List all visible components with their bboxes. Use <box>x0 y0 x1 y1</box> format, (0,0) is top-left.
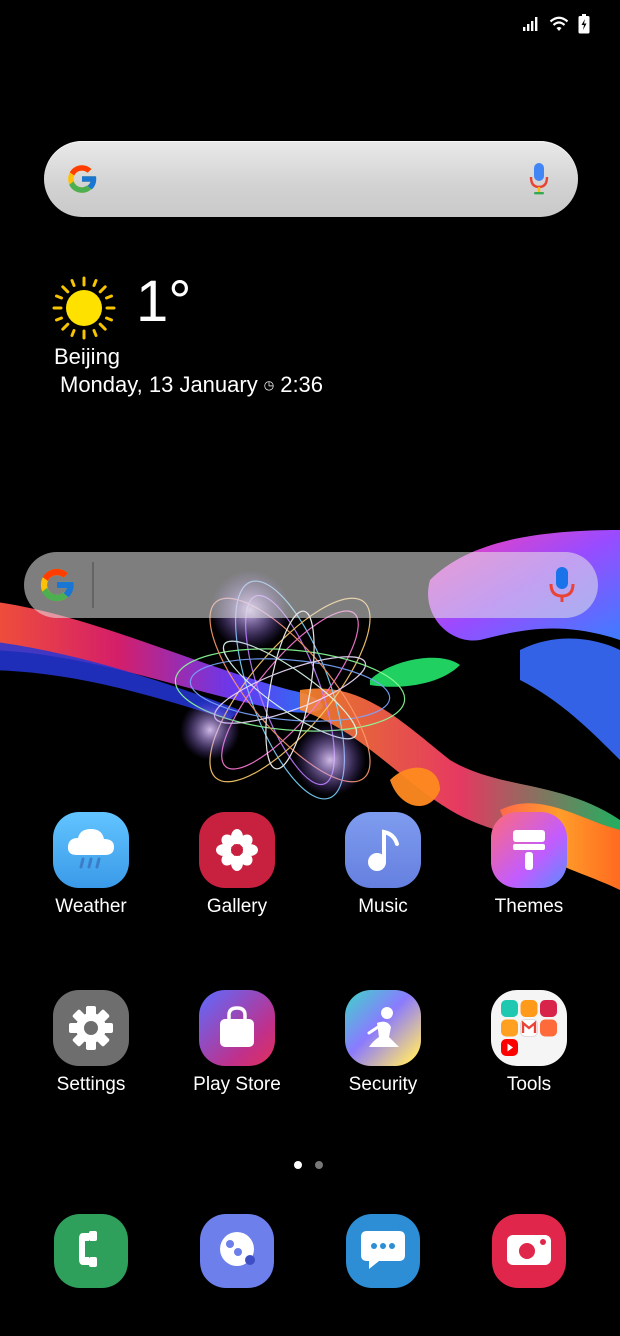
app-gallery[interactable]: Gallery <box>164 812 310 918</box>
date-text: Monday, 13 January <box>60 372 258 397</box>
wifi-icon <box>548 15 570 33</box>
app-play-store[interactable]: Play Store <box>164 990 310 1096</box>
google-g-icon <box>36 564 78 611</box>
gallery-flower-icon <box>199 812 275 888</box>
city-name: Beijing <box>54 344 121 369</box>
dock-messages[interactable] <box>346 1214 420 1288</box>
google-search-widget[interactable] <box>24 552 598 618</box>
app-settings[interactable]: Settings <box>18 990 164 1096</box>
status-bar <box>522 14 590 34</box>
app-security[interactable]: Security <box>310 990 456 1096</box>
clock-icon: ◷ <box>263 378 275 392</box>
app-label: Settings <box>56 1074 126 1095</box>
dock-camera[interactable] <box>492 1214 566 1288</box>
app-label: Security <box>348 1074 418 1095</box>
app-label: Music <box>358 896 408 917</box>
dock-phone[interactable] <box>54 1214 128 1288</box>
microphone-icon[interactable] <box>528 161 550 202</box>
camera-icon <box>505 1229 553 1274</box>
page-dot[interactable] <box>315 1161 323 1169</box>
app-label: Play Store <box>193 1074 281 1095</box>
themes-brush-icon <box>491 812 567 888</box>
sun-icon <box>52 276 116 345</box>
app-weather[interactable]: Weather <box>18 812 164 918</box>
messages-icon <box>359 1227 407 1276</box>
dock-contacts[interactable] <box>200 1214 274 1288</box>
date-time: Monday, 13 January ◷ 2:36 <box>60 372 323 398</box>
microphone-icon[interactable] <box>548 566 576 609</box>
text-cursor <box>92 562 94 608</box>
app-label: Gallery <box>206 896 268 917</box>
page-indicator[interactable] <box>294 1161 323 1169</box>
google-search-bar[interactable] <box>44 141 578 217</box>
app-label: Weather <box>55 896 127 917</box>
page-dot-active[interactable] <box>294 1161 302 1169</box>
music-note-icon <box>345 812 421 888</box>
security-figure-icon <box>345 990 421 1066</box>
weather-cloud-rain-icon <box>53 812 129 888</box>
shopping-bag-icon <box>199 990 275 1066</box>
signal-icon <box>522 16 540 32</box>
phone-icon <box>71 1227 111 1276</box>
temperature: 1° <box>136 269 192 334</box>
battery-charging-icon <box>578 14 590 34</box>
contacts-dots-icon <box>214 1226 260 1277</box>
time-text: 2:36 <box>280 372 324 397</box>
app-label: Themes <box>494 896 564 917</box>
gear-icon <box>53 990 129 1066</box>
folder-grid-icon <box>491 990 567 1066</box>
app-music[interactable]: Music <box>310 812 456 918</box>
app-folder-tools[interactable]: Tools <box>456 990 602 1096</box>
app-label: Tools <box>506 1074 552 1095</box>
google-g-icon <box>64 161 100 202</box>
app-themes[interactable]: Themes <box>456 812 602 918</box>
